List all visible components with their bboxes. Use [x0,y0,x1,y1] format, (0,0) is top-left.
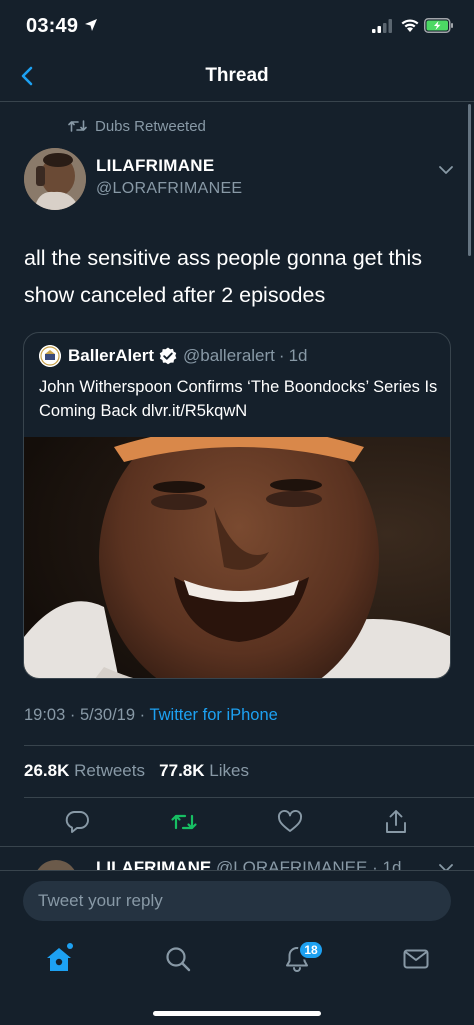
divider [24,745,474,746]
retweets-count: 26.8K [24,761,70,780]
location-arrow-icon [85,19,97,31]
chevron-down-icon[interactable] [436,160,456,180]
messages-mail-icon[interactable] [401,944,431,974]
quote-separator: · [278,346,285,365]
tweet-meta: 19:03 · 5/30/19 · Twitter for iPhone [24,706,278,725]
likes-stat[interactable]: 77.8K Likes [159,761,249,780]
next-tweet-preview[interactable]: LILAFRIMANE @LORAFRIMANEE · 1d [0,848,474,872]
tweet-time: 19:03 [24,706,66,724]
tweet-source-link[interactable]: Twitter for iPhone [149,706,277,724]
author-handle[interactable]: @LORAFRIMANEE [96,180,242,198]
search-icon[interactable] [163,944,193,974]
divider [24,797,474,798]
retweet-icon [68,120,87,132]
meta-separator: · [139,706,146,724]
status-bar: 03:49 [0,0,474,52]
notifications-badge: 18 [298,940,324,960]
quote-time: 1d [288,346,308,365]
scroll-indicator[interactable] [468,104,471,256]
quote-header: BallerAlert @balleralert · 1d [39,345,307,367]
quote-author-name: BallerAlert [68,346,154,365]
like-heart-icon[interactable] [276,808,304,836]
reply-input[interactable]: Tweet your reply [23,881,451,921]
page-title: Thread [205,65,269,86]
verified-badge-icon [159,347,177,365]
portrait-photo [24,437,450,678]
likes-label: Likes [209,761,249,780]
tweet-date: 5/30/19 [79,706,136,724]
divider [0,846,474,847]
meta-separator: · [69,706,76,724]
cellular-signal-icon [372,19,392,33]
avatar-photo [24,148,86,210]
retweet-icon[interactable] [170,808,198,836]
author-name[interactable]: LILAFRIMANE [96,156,215,176]
home-indicator[interactable] [153,1011,321,1016]
balleralert-logo-icon [39,345,61,367]
author-avatar[interactable] [24,148,86,210]
share-icon[interactable] [382,808,410,836]
retweets-label: Retweets [74,761,145,780]
retweets-stat[interactable]: 26.8K Retweets [24,761,145,780]
home-unread-dot [67,943,73,949]
status-time: 03:49 [26,15,79,37]
battery-charging-icon [424,18,453,33]
likes-count: 77.8K [159,761,205,780]
tweet-stats: 26.8K Retweets 77.8K Likes [24,761,249,781]
quote-tweet-card[interactable]: BallerAlert @balleralert · 1d John Withe… [23,332,451,679]
quote-author-handle: @balleralert [182,346,275,365]
navigation-bar: Thread [0,52,474,102]
retweet-context-label: Dubs Retweeted [95,117,206,135]
quote-text: John Witherspoon Confirms ‘The Boondocks… [39,378,438,420]
wifi-icon [401,19,419,32]
retweet-context[interactable]: Dubs Retweeted [68,116,206,136]
reply-bar: Tweet your reply [0,870,474,932]
reply-icon[interactable] [63,808,91,836]
quote-media-image[interactable] [24,437,450,678]
tweet-text: all the sensitive ass people gonna get t… [24,246,423,307]
